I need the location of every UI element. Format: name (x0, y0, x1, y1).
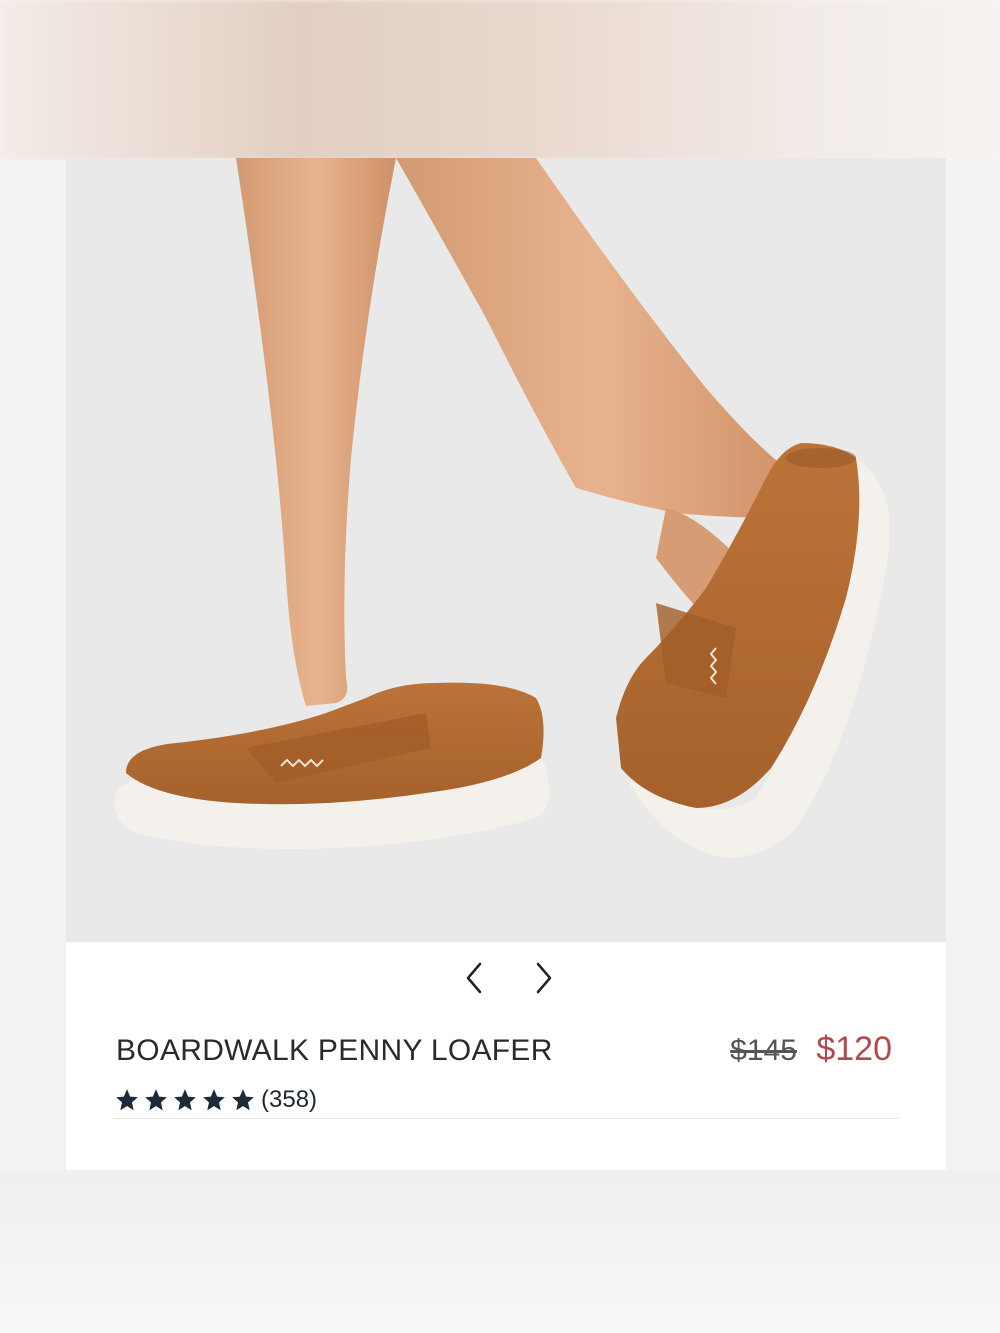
divider (114, 1118, 900, 1119)
next-image-button[interactable] (522, 958, 562, 998)
blurred-background-bottom (0, 1170, 1000, 1333)
chevron-right-icon (536, 962, 552, 994)
star-icon (203, 1089, 225, 1111)
star-icon (232, 1089, 254, 1111)
image-carousel-controls (446, 958, 566, 998)
rating-stars[interactable]: (358) (114, 1084, 317, 1116)
sale-price: $120 (816, 1030, 892, 1068)
price-block: $145 $120 (730, 1030, 892, 1069)
original-price: $145 (730, 1034, 797, 1067)
chevron-left-icon (466, 962, 482, 994)
product-title[interactable]: BOARDWALK PENNY LOAFER (116, 1034, 553, 1068)
star-icon (145, 1089, 167, 1111)
star-icon (174, 1089, 196, 1111)
star-icon (116, 1089, 138, 1111)
background-right (946, 160, 1000, 1170)
review-count[interactable]: (358) (261, 1086, 317, 1114)
product-image[interactable] (66, 158, 946, 942)
blurred-background-top (0, 0, 1000, 160)
previous-image-button[interactable] (456, 958, 496, 998)
product-card: BOARDWALK PENNY LOAFER $145 $120 (358) (66, 158, 946, 1170)
background-left (0, 160, 66, 1170)
loafer-photo (114, 158, 890, 858)
